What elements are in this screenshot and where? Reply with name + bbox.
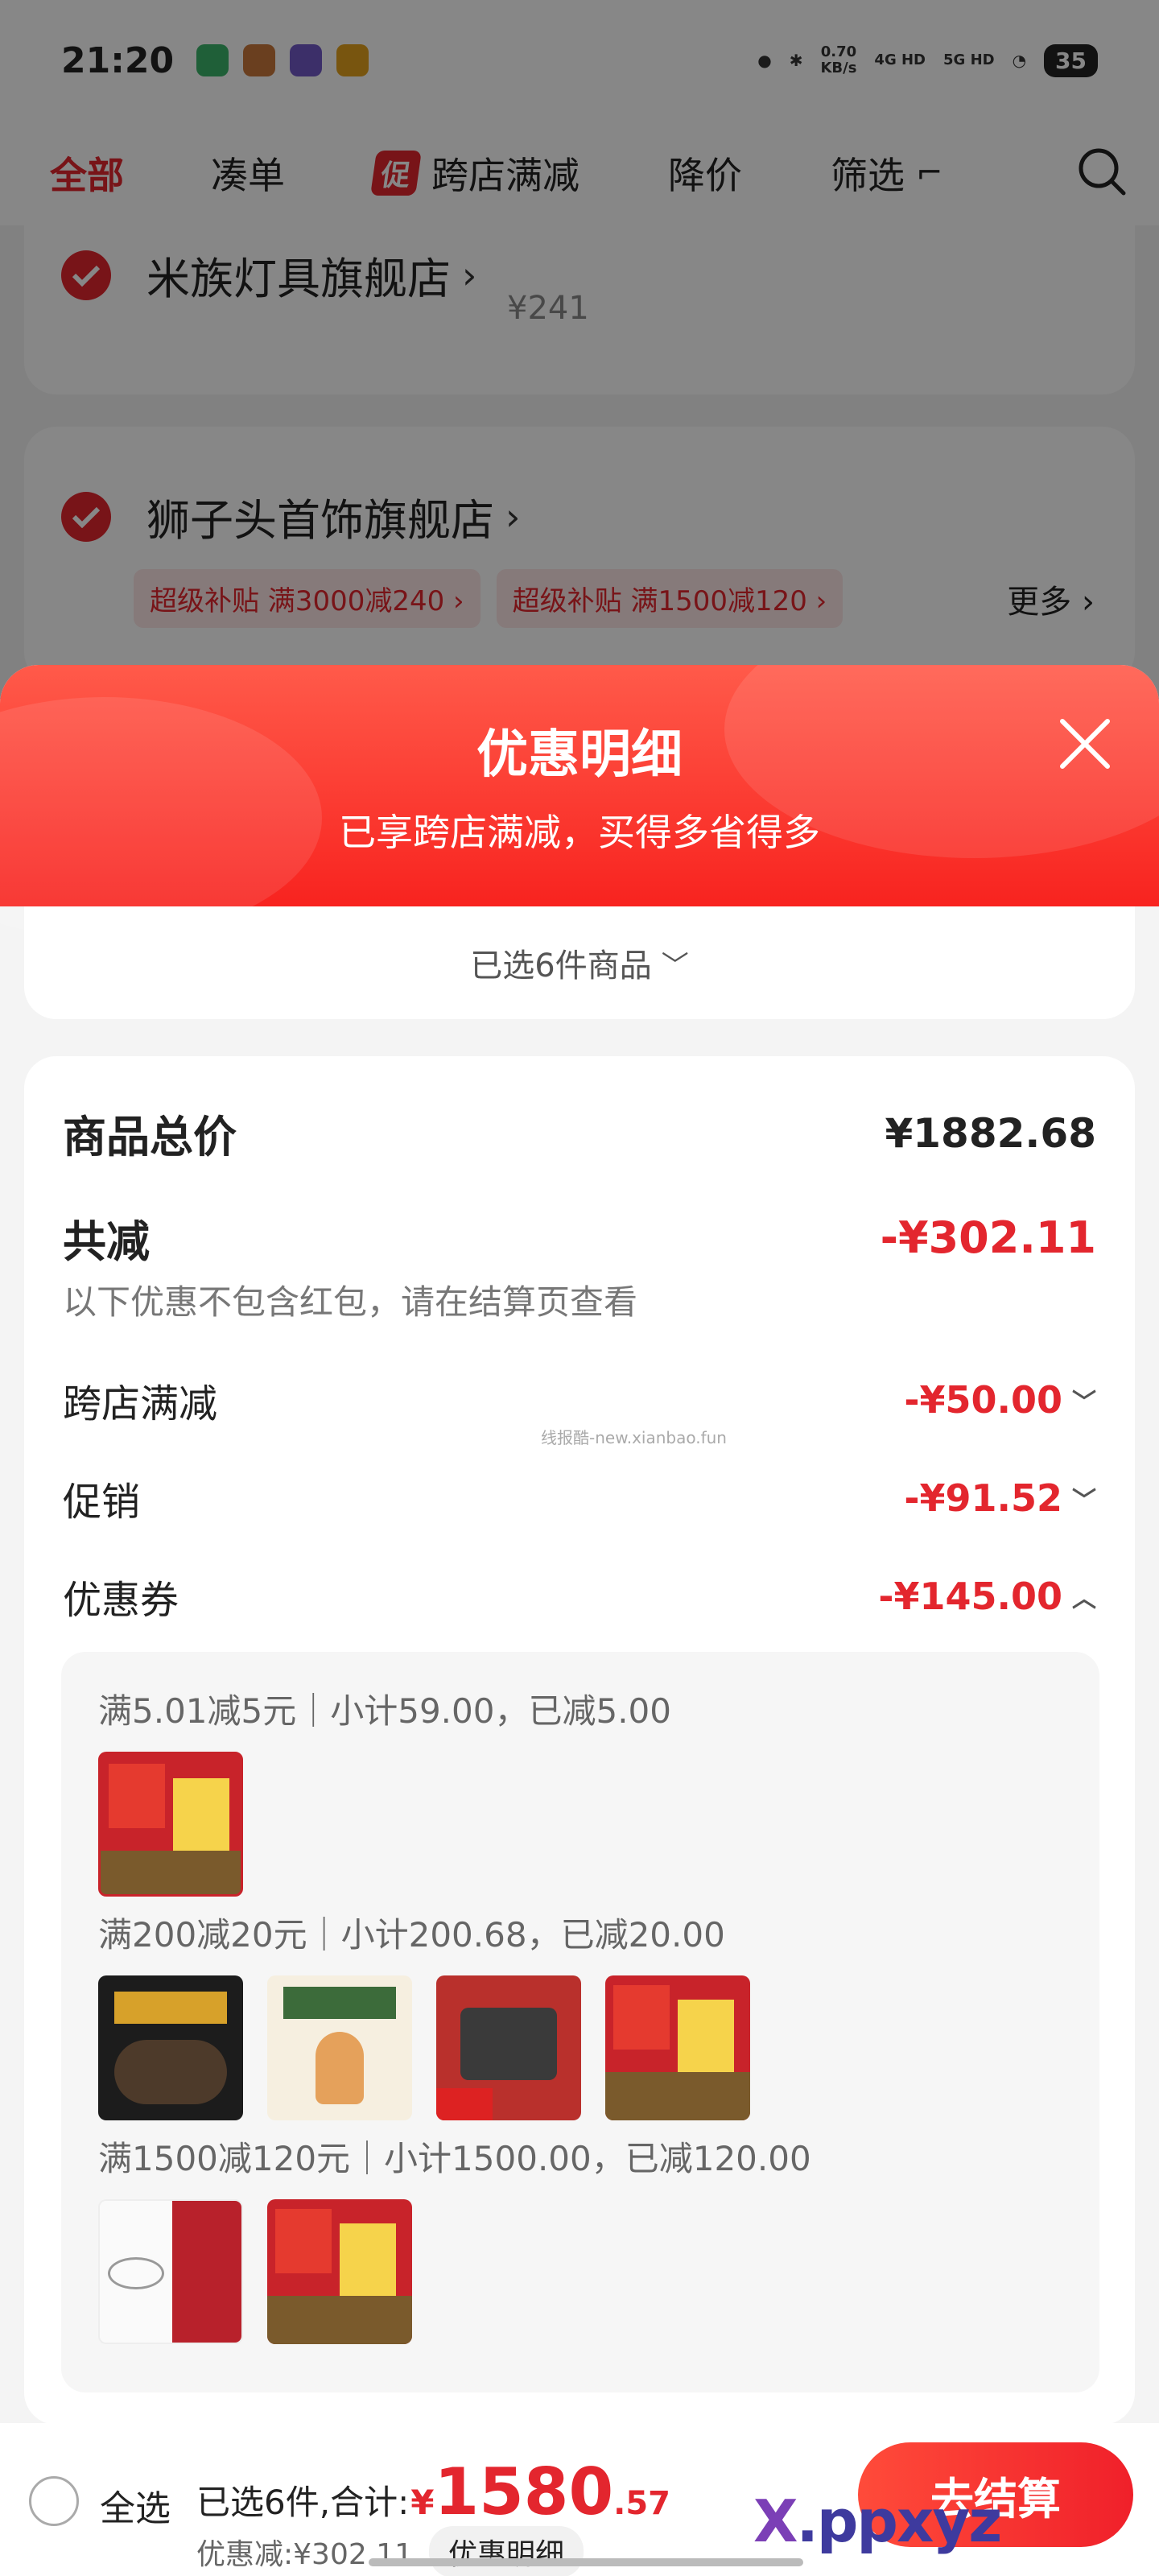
sheet-title: 优惠明细 xyxy=(476,725,683,785)
tea-product-thumbnail[interactable] xyxy=(98,1752,243,1897)
sheet-header: 优惠明细 已享跨店满减，买得多省得多 xyxy=(0,665,1159,939)
item-value: -¥50.00 xyxy=(904,1378,1062,1422)
discount-value: -¥302.11 xyxy=(880,1212,1096,1263)
promotion-row[interactable]: 促销 -¥91.52 ﹀ xyxy=(63,1470,1096,1526)
discount-detail-button[interactable]: 优惠明细 xyxy=(429,2526,584,2576)
coupon-line: 满200减20元｜小计200.68，已减20.00 xyxy=(98,1915,725,1955)
chevron-down-icon: ﹀ xyxy=(1072,1487,1096,1515)
book-ocean-thumbnail[interactable] xyxy=(98,1975,243,2120)
home-indicator[interactable] xyxy=(369,2558,803,2566)
coupon-row[interactable]: 优惠券 -¥145.00 ︿ xyxy=(63,1568,1096,1624)
chevron-down-icon: ﹀ xyxy=(1072,1389,1096,1417)
tea-product-thumbnail[interactable] xyxy=(267,2199,412,2344)
item-label: 优惠券 xyxy=(63,1578,179,1623)
chevron-up-icon: ︿ xyxy=(1072,1585,1096,1613)
coupon-breakdown: 满5.01减5元｜小计59.00，已减5.00 满200减20元｜小计200.6… xyxy=(61,1652,1099,2392)
selected-items-toggle[interactable]: 已选6件商品 ﹀ xyxy=(24,906,1135,1019)
total-value: ¥1882.68 xyxy=(885,1109,1096,1157)
discount-amount-text: 优惠减:¥302.11 xyxy=(196,2538,413,2571)
jewelry-bracelet-thumbnail[interactable] xyxy=(98,2199,243,2344)
selected-summary: 已选6件商品 xyxy=(470,947,652,985)
close-icon[interactable] xyxy=(1056,715,1114,773)
total-amount-decimal: .57 xyxy=(613,2485,670,2522)
coupon-line: 满1500减120元｜小计1500.00，已减120.00 xyxy=(98,2139,811,2178)
book-body-thumbnail[interactable] xyxy=(267,1975,412,2120)
tea-product-thumbnail[interactable] xyxy=(605,1975,750,2120)
coupon-line: 满5.01减5元｜小计59.00，已减5.00 xyxy=(98,1691,671,1731)
item-value: -¥91.52 xyxy=(904,1476,1062,1520)
discount-label: 共减 xyxy=(63,1216,150,1267)
site-logo-mark: X.ppxyz xyxy=(753,2487,1002,2555)
chevron-down-icon: ﹀ xyxy=(661,949,689,982)
discount-summary: 优惠减:¥302.11 优惠明细 xyxy=(196,2526,584,2576)
total-amount-integer: 1580 xyxy=(434,2454,614,2529)
item-value: -¥145.00 xyxy=(878,1575,1062,1618)
book-earth-thumbnail[interactable] xyxy=(436,1975,581,2120)
select-all-label[interactable]: 全选 xyxy=(100,2479,171,2531)
watermark-text: 线报酷-new.xianbao.fun xyxy=(541,1428,727,1447)
selected-count-text: 已选6件,合计: xyxy=(196,2483,410,2522)
total-label: 商品总价 xyxy=(63,1112,237,1162)
item-label: 跨店满减 xyxy=(63,1381,218,1426)
discount-detail-sheet: 优惠明细 已享跨店满减，买得多省得多 已选6件商品 ﹀ 商品总价 ¥1882.6… xyxy=(0,665,1159,2576)
select-all-checkbox[interactable] xyxy=(29,2476,79,2526)
price-detail-card: 商品总价 ¥1882.68 共减 -¥302.11 以下优惠不包含红包，请在结算… xyxy=(24,1056,1135,2425)
item-label: 促销 xyxy=(63,1480,141,1525)
total-summary: 已选6件,合计: ¥ 1580 .57 xyxy=(196,2460,670,2524)
discount-note: 以下优惠不包含红包，请在结算页查看 xyxy=(63,1282,638,1322)
cross-store-row[interactable]: 跨店满减 -¥50.00 ﹀ xyxy=(63,1372,1096,1428)
currency-symbol: ¥ xyxy=(410,2483,435,2522)
sheet-subtitle: 已享跨店满减，买得多省得多 xyxy=(339,811,820,854)
